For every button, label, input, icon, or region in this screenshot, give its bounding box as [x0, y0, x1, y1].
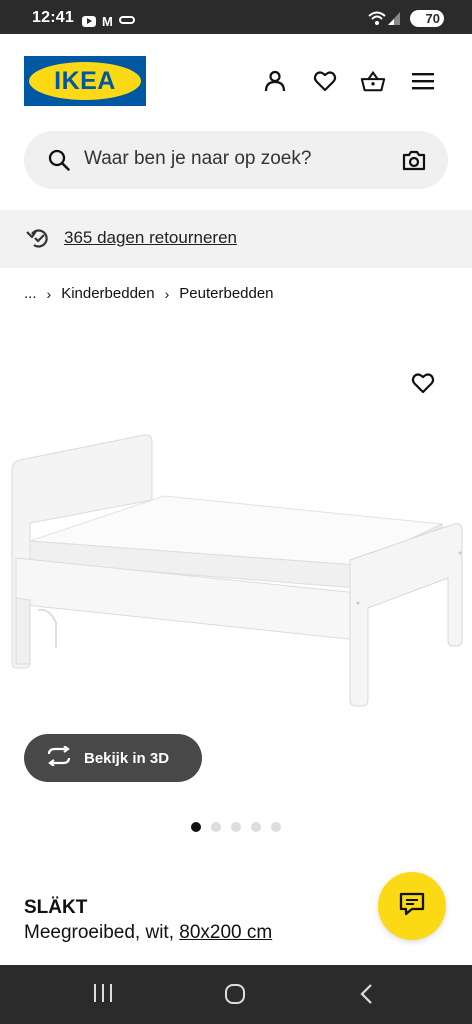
link-icon — [118, 12, 135, 30]
returns-banner[interactable]: 365 dagen retourneren — [0, 210, 472, 268]
camera-icon[interactable] — [402, 149, 426, 176]
favorite-heart-icon[interactable] — [411, 372, 435, 399]
wifi-icon — [368, 10, 402, 31]
person-icon[interactable] — [262, 68, 288, 94]
product-image[interactable] — [8, 428, 468, 718]
carousel-dot[interactable] — [251, 822, 261, 832]
ikea-logo[interactable]: IKEA — [24, 56, 146, 106]
product-size-link[interactable]: 80x200 cm — [179, 922, 272, 943]
carousel-dot[interactable] — [191, 822, 201, 832]
youtube-icon — [82, 15, 96, 27]
chevron-right-icon: › — [164, 285, 170, 302]
back-icon[interactable] — [358, 983, 374, 1010]
product-description: Meegroeibed, wit, 80x200 cm — [24, 922, 272, 944]
carousel-dot[interactable] — [271, 822, 281, 832]
rotate-3d-icon — [46, 744, 72, 771]
site-header: IKEA — [0, 34, 472, 130]
basket-icon[interactable] — [360, 68, 386, 94]
carousel-indicator — [191, 822, 281, 832]
status-bar: 12:41 M 70 — [0, 0, 472, 34]
chevron-right-icon: › — [46, 285, 52, 302]
chat-button[interactable] — [378, 872, 446, 940]
logo-text: IKEA — [54, 66, 116, 95]
logo-oval: IKEA — [29, 62, 141, 100]
carousel-dot[interactable] — [231, 822, 241, 832]
system-nav-bar — [0, 965, 472, 1024]
menu-icon[interactable] — [410, 68, 436, 94]
product-name: SLÄKT — [24, 897, 88, 918]
battery-indicator: 70 — [410, 10, 444, 27]
heart-icon[interactable] — [312, 68, 338, 94]
breadcrumb: ... › Kinderbedden › Peuterbedden — [24, 285, 274, 302]
return-arrow-icon — [26, 226, 52, 255]
status-time: 12:41 — [32, 9, 74, 26]
chat-bubble-icon — [399, 892, 425, 921]
search-input[interactable]: Waar ben je naar op zoek? — [24, 131, 448, 189]
view-3d-button[interactable]: Bekijk in 3D — [24, 734, 202, 782]
breadcrumb-ellipsis[interactable]: ... — [24, 285, 37, 302]
breadcrumb-item-peuterbedden[interactable]: Peuterbedden — [179, 285, 273, 302]
returns-link[interactable]: 365 dagen retourneren — [64, 228, 237, 248]
breadcrumb-item-kinderbedden[interactable]: Kinderbedden — [61, 285, 154, 302]
recents-icon[interactable] — [92, 983, 114, 1008]
search-placeholder: Waar ben je naar op zoek? — [84, 148, 312, 169]
carousel-dot[interactable] — [211, 822, 221, 832]
search-icon[interactable] — [48, 149, 70, 176]
view-3d-label: Bekijk in 3D — [84, 749, 170, 767]
notification-icons: M — [82, 12, 135, 30]
product-type: Meegroeibed, wit, — [24, 922, 174, 943]
gmail-icon: M — [102, 13, 113, 29]
home-icon[interactable] — [224, 983, 246, 1010]
